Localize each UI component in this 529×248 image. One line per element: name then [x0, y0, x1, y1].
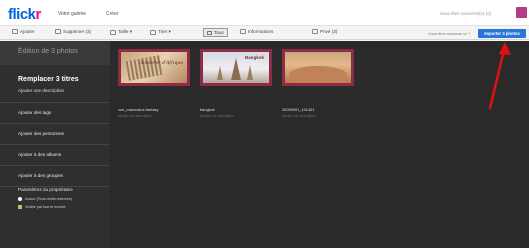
sidebar-item-tags[interactable]: Ajouter des tags	[0, 102, 110, 123]
logo-accent: r	[35, 6, 42, 23]
license-option[interactable]: Aucun (Tous droits réservés)	[18, 197, 72, 201]
sidebar-item-label: Ajouter à des groupes	[18, 173, 63, 178]
temple-shape	[217, 66, 223, 80]
top-header: flickr Votre galerie Créer Vous êtes con…	[0, 0, 529, 26]
red-arrow-annotation	[488, 42, 511, 110]
add-label: Ajouter	[20, 29, 35, 34]
radio-icon	[18, 197, 22, 201]
photo-description-1[interactable]: Ajouter une description	[118, 114, 152, 118]
sidebar-header-text: Édition de 3 photos	[18, 48, 78, 55]
photo-title-2[interactable]: bangkok	[200, 107, 215, 112]
sidebar-item-groups[interactable]: Ajouter à des groupes	[0, 165, 110, 186]
nav-create[interactable]: Créer	[106, 11, 119, 17]
photo-description-2[interactable]: Ajouter une description	[200, 114, 234, 118]
photo-title-1[interactable]: voe_marocaine-fantasy	[118, 107, 158, 112]
sort-dropdown[interactable]: Trier ▾	[150, 29, 171, 35]
publish-photos-button[interactable]: Importer 3 photos	[478, 29, 526, 38]
visibility-option-label: Visible par tout le monde	[25, 205, 66, 209]
artwork-shape	[125, 55, 163, 81]
remove-label: Supprimer (3)	[63, 29, 92, 34]
logo-text: flick	[8, 6, 36, 23]
visibility-option[interactable]: Visible par tout le monde	[18, 205, 66, 209]
tab-all-label: Tous	[214, 30, 224, 35]
sidebar-item-label: Ajouter des personnes	[18, 131, 64, 136]
landscape-shape	[289, 66, 347, 83]
trash-icon	[55, 29, 61, 34]
photo-overlay-text: Souvenir d'Afrique	[140, 61, 183, 66]
temple-shape	[247, 65, 253, 80]
sidebar-item-label: Ajouter des tags	[18, 110, 52, 115]
help-note[interactable]: Vous êtes nouveau ici ?	[428, 31, 470, 36]
temple-shape	[231, 58, 241, 80]
info-icon	[240, 29, 246, 34]
photo-thumbnail-3[interactable]	[282, 49, 354, 86]
add-icon	[12, 29, 18, 34]
edit-sidebar: Édition de 3 photos Remplacer 3 titres A…	[0, 41, 110, 248]
size-label: Taille ▾	[118, 29, 133, 34]
remove-button[interactable]: Supprimer (3)	[55, 29, 91, 34]
add-description-field[interactable]: Ajouter une description	[18, 88, 64, 93]
license-option-label: Aucun (Tous droits réservés)	[25, 197, 72, 201]
tab-all[interactable]: Tous	[203, 28, 228, 37]
grid-icon	[207, 30, 212, 35]
size-icon	[110, 29, 116, 35]
sort-icon	[150, 29, 156, 35]
toolbar: Ajouter Supprimer (3) Taille ▾ Trier ▾ T…	[0, 26, 529, 40]
arrow-shaft	[488, 44, 507, 110]
avatar[interactable]	[516, 7, 527, 18]
photo-image: Souvenir d'Afrique	[121, 52, 187, 83]
arrow-head	[499, 42, 511, 55]
owner-settings-title: Paramètres du propriétaire	[18, 187, 73, 192]
size-dropdown[interactable]: Taille ▾	[110, 29, 132, 35]
checkbox-icon	[18, 205, 22, 209]
photo-description-3[interactable]: Ajouter une description	[282, 114, 316, 118]
photo-overlay-text: Bangkok	[244, 55, 264, 60]
photo-image	[285, 52, 351, 83]
photo-title-3[interactable]: 20090901_101401	[282, 107, 314, 112]
tab-info-label: Informations	[248, 29, 274, 34]
sidebar-item-people[interactable]: Ajouter des personnes	[0, 123, 110, 144]
nav-your-gallery[interactable]: Votre galerie	[58, 11, 86, 17]
sidebar-header: Édition de 3 photos	[0, 41, 110, 65]
privacy-button[interactable]: Privé (3)	[312, 29, 337, 34]
replace-titles-field[interactable]: Remplacer 3 titres	[18, 76, 79, 83]
tab-info[interactable]: Informations	[240, 29, 273, 34]
photo-image: Bangkok	[203, 52, 269, 83]
add-button[interactable]: Ajouter	[12, 29, 35, 34]
flickr-logo[interactable]: flickr	[8, 6, 41, 23]
sidebar-item-albums[interactable]: Ajouter à des albums	[0, 144, 110, 165]
user-status: Vous êtes connecté(e) (s)	[439, 11, 491, 16]
privacy-label: Privé (3)	[320, 29, 338, 34]
lock-icon	[312, 29, 318, 34]
photo-thumbnail-1[interactable]: Souvenir d'Afrique	[118, 49, 190, 86]
photo-thumbnail-2[interactable]: Bangkok	[200, 49, 272, 86]
flickr-uploadr-window: flickr Votre galerie Créer Vous êtes con…	[0, 0, 529, 248]
sort-label: Trier ▾	[158, 29, 171, 34]
sidebar-item-label: Ajouter à des albums	[18, 152, 62, 157]
photo-grid: Souvenir d'Afrique Bangkok voe_marocaine…	[110, 41, 529, 248]
